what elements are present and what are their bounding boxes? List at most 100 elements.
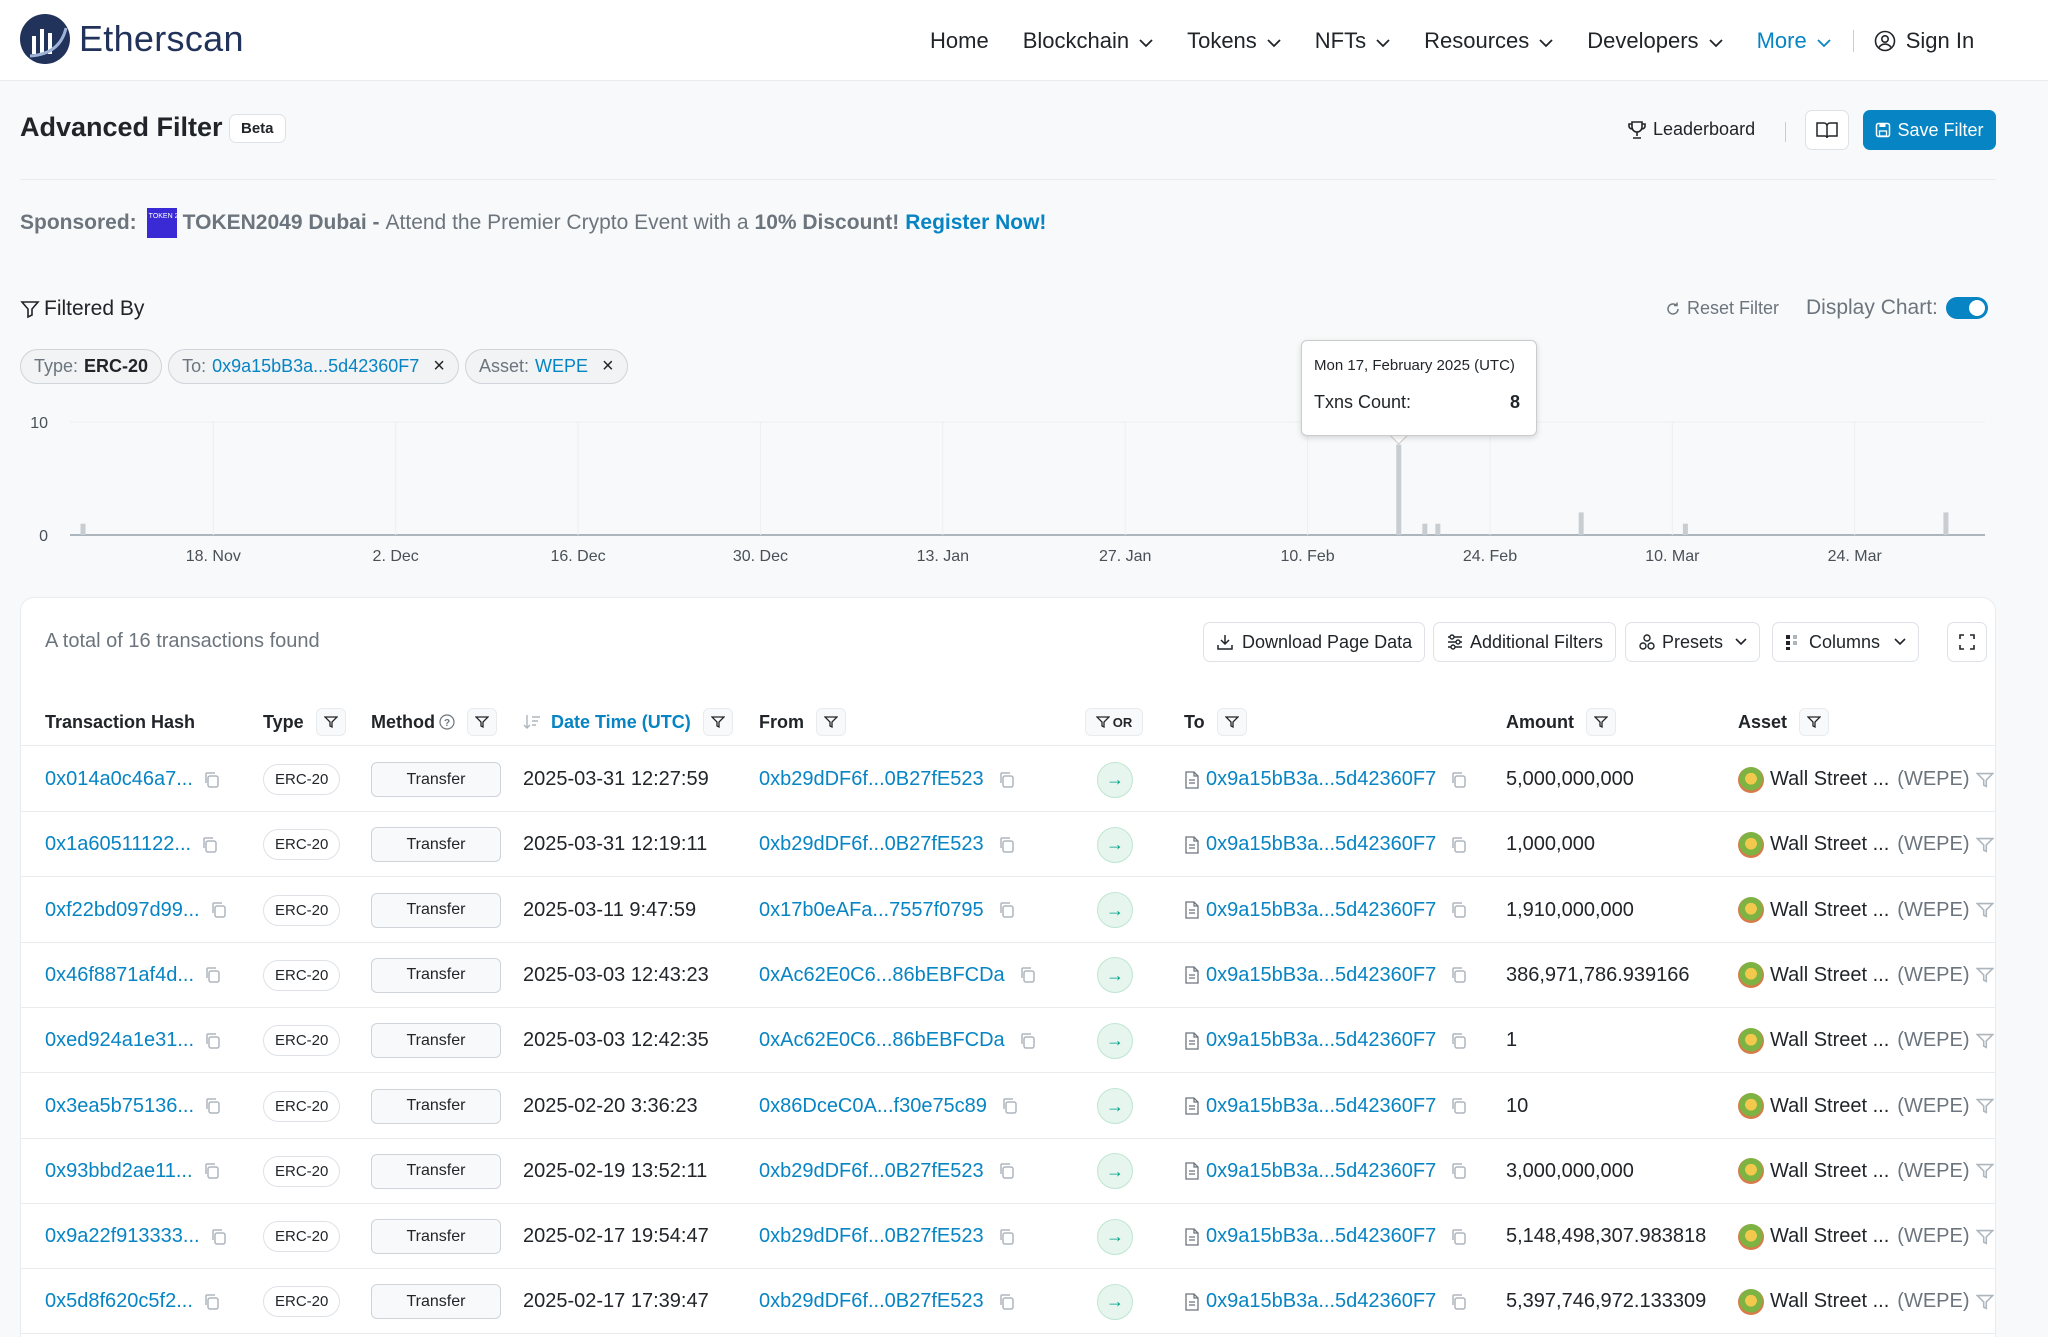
filter-icon[interactable]: [1975, 771, 1994, 789]
nav-item-blockchain[interactable]: Blockchain: [1023, 28, 1153, 54]
etherscan-logo[interactable]: Etherscan: [20, 14, 244, 64]
asset-name-link[interactable]: Wall Street ...: [1770, 1160, 1889, 1183]
copy-icon[interactable]: [204, 1032, 222, 1050]
nav-item-nfts[interactable]: NFTs: [1315, 28, 1390, 54]
copy-icon[interactable]: [1450, 901, 1468, 919]
copy-icon[interactable]: [203, 771, 221, 789]
from-address-link[interactable]: 0xb29dDF6f...0B27fE523: [759, 1225, 984, 1248]
copy-icon[interactable]: [1019, 1032, 1037, 1050]
asset-filter-button[interactable]: [1799, 708, 1830, 736]
filter-icon[interactable]: [1975, 1293, 1994, 1311]
from-filter-button[interactable]: [816, 708, 846, 736]
leaderboard-link[interactable]: Leaderboard: [1627, 119, 1755, 140]
to-address-link[interactable]: 0x9a15bB3a...5d42360F7: [1206, 1029, 1436, 1052]
filter-icon[interactable]: [1975, 1162, 1994, 1180]
copy-icon[interactable]: [998, 1228, 1016, 1246]
copy-icon[interactable]: [1450, 1228, 1468, 1246]
from-address-link[interactable]: 0xAc62E0C6...86bEBFCDa: [759, 1029, 1005, 1052]
copy-icon[interactable]: [201, 836, 219, 854]
presets-dropdown[interactable]: Presets: [1625, 622, 1761, 662]
from-address-link[interactable]: 0xb29dDF6f...0B27fE523: [759, 768, 984, 791]
copy-icon[interactable]: [998, 771, 1016, 789]
to-address-link[interactable]: 0x9a15bB3a...5d42360F7: [1206, 1160, 1436, 1183]
guide-button[interactable]: [1805, 110, 1849, 150]
copy-icon[interactable]: [203, 1293, 221, 1311]
nav-item-more[interactable]: More: [1757, 28, 1831, 54]
copy-icon[interactable]: [998, 1162, 1016, 1180]
copy-icon[interactable]: [1450, 1097, 1468, 1115]
copy-icon[interactable]: [1450, 1162, 1468, 1180]
to-address-link[interactable]: 0x9a15bB3a...5d42360F7: [1206, 1225, 1436, 1248]
sign-in-link[interactable]: Sign In: [1874, 28, 1974, 54]
or-filter-button[interactable]: OR: [1085, 708, 1143, 736]
nav-item-home[interactable]: Home: [930, 28, 989, 54]
asset-name-link[interactable]: Wall Street ...: [1770, 964, 1889, 987]
from-address-link[interactable]: 0xAc62E0C6...86bEBFCDa: [759, 964, 1005, 987]
copy-icon[interactable]: [204, 966, 222, 984]
to-address-link[interactable]: 0x9a15bB3a...5d42360F7: [1206, 1095, 1436, 1118]
save-filter-button[interactable]: Save Filter: [1863, 110, 1996, 150]
filter-icon[interactable]: [1975, 901, 1994, 919]
filter-icon[interactable]: [1975, 966, 1994, 984]
asset-name-link[interactable]: Wall Street ...: [1770, 768, 1889, 791]
asset-name-link[interactable]: Wall Street ...: [1770, 1290, 1889, 1313]
asset-name-link[interactable]: Wall Street ...: [1770, 1029, 1889, 1052]
method-filter-button[interactable]: [466, 708, 497, 736]
tx-hash-link[interactable]: 0xed924a1e31...: [45, 1029, 194, 1052]
help-icon[interactable]: ?: [439, 714, 455, 730]
tx-hash-link[interactable]: 0x014a0c46a7...: [45, 768, 193, 791]
to-address-link[interactable]: 0x9a15bB3a...5d42360F7: [1206, 964, 1436, 987]
to-address-link[interactable]: 0x9a15bB3a...5d42360F7: [1206, 899, 1436, 922]
copy-icon[interactable]: [203, 1162, 221, 1180]
fullscreen-button[interactable]: [1947, 622, 1987, 662]
register-now-link[interactable]: Register Now!: [905, 211, 1046, 235]
filter-icon[interactable]: [1975, 1097, 1994, 1115]
nav-item-resources[interactable]: Resources: [1424, 28, 1553, 54]
tx-hash-link[interactable]: 0x3ea5b75136...: [45, 1095, 194, 1118]
copy-icon[interactable]: [1001, 1097, 1019, 1115]
copy-icon[interactable]: [210, 901, 228, 919]
copy-icon[interactable]: [998, 836, 1016, 854]
nav-item-tokens[interactable]: Tokens: [1187, 28, 1281, 54]
amount-filter-button[interactable]: [1585, 708, 1616, 736]
asset-name-link[interactable]: Wall Street ...: [1770, 833, 1889, 856]
asset-name-link[interactable]: Wall Street ...: [1770, 1225, 1889, 1248]
tx-hash-link[interactable]: 0x1a60511122...: [45, 833, 191, 856]
to-address-link[interactable]: 0x9a15bB3a...5d42360F7: [1206, 833, 1436, 856]
to-address-link[interactable]: 0x9a15bB3a...5d42360F7: [1206, 768, 1436, 791]
tx-hash-link[interactable]: 0x5d8f620c5f2...: [45, 1290, 193, 1313]
copy-icon[interactable]: [1450, 771, 1468, 789]
asset-name-link[interactable]: Wall Street ...: [1770, 1095, 1889, 1118]
datetime-filter-button[interactable]: [702, 708, 733, 736]
from-address-link[interactable]: 0xb29dDF6f...0B27fE523: [759, 1290, 984, 1313]
copy-icon[interactable]: [998, 901, 1016, 919]
from-address-link[interactable]: 0xb29dDF6f...0B27fE523: [759, 1160, 984, 1183]
copy-icon[interactable]: [1450, 966, 1468, 984]
reset-filter-button[interactable]: Reset Filter: [1665, 298, 1779, 319]
nav-item-developers[interactable]: Developers: [1587, 28, 1723, 54]
type-filter-button[interactable]: [315, 708, 346, 736]
copy-icon[interactable]: [1019, 966, 1037, 984]
columns-dropdown[interactable]: Columns: [1772, 622, 1920, 662]
additional-filters-button[interactable]: Additional Filters: [1433, 622, 1617, 662]
from-address-link[interactable]: 0x86DceC0A...f30e75c89: [759, 1095, 987, 1118]
copy-icon[interactable]: [1450, 1032, 1468, 1050]
filter-icon[interactable]: [1975, 1032, 1994, 1050]
from-address-link[interactable]: 0xb29dDF6f...0B27fE523: [759, 833, 984, 856]
tx-hash-link[interactable]: 0x46f8871af4d...: [45, 964, 194, 987]
tx-hash-link[interactable]: 0xf22bd097d99...: [45, 899, 200, 922]
filter-icon[interactable]: [1975, 836, 1994, 854]
download-page-data-button[interactable]: Download Page Data: [1203, 622, 1426, 662]
copy-icon[interactable]: [204, 1097, 222, 1115]
tx-hash-link[interactable]: 0x93bbd2ae11...: [45, 1160, 193, 1183]
tx-hash-link[interactable]: 0x9a22f913333...: [45, 1225, 200, 1248]
copy-icon[interactable]: [1450, 1293, 1468, 1311]
copy-icon[interactable]: [998, 1293, 1016, 1311]
col-date-time[interactable]: Date Time (UTC): [523, 698, 733, 746]
copy-icon[interactable]: [1450, 836, 1468, 854]
display-chart-toggle[interactable]: [1945, 297, 1988, 319]
asset-name-link[interactable]: Wall Street ...: [1770, 899, 1889, 922]
from-address-link[interactable]: 0x17b0eAFa...7557f0795: [759, 899, 984, 922]
copy-icon[interactable]: [210, 1228, 228, 1246]
filter-icon[interactable]: [1975, 1228, 1994, 1246]
